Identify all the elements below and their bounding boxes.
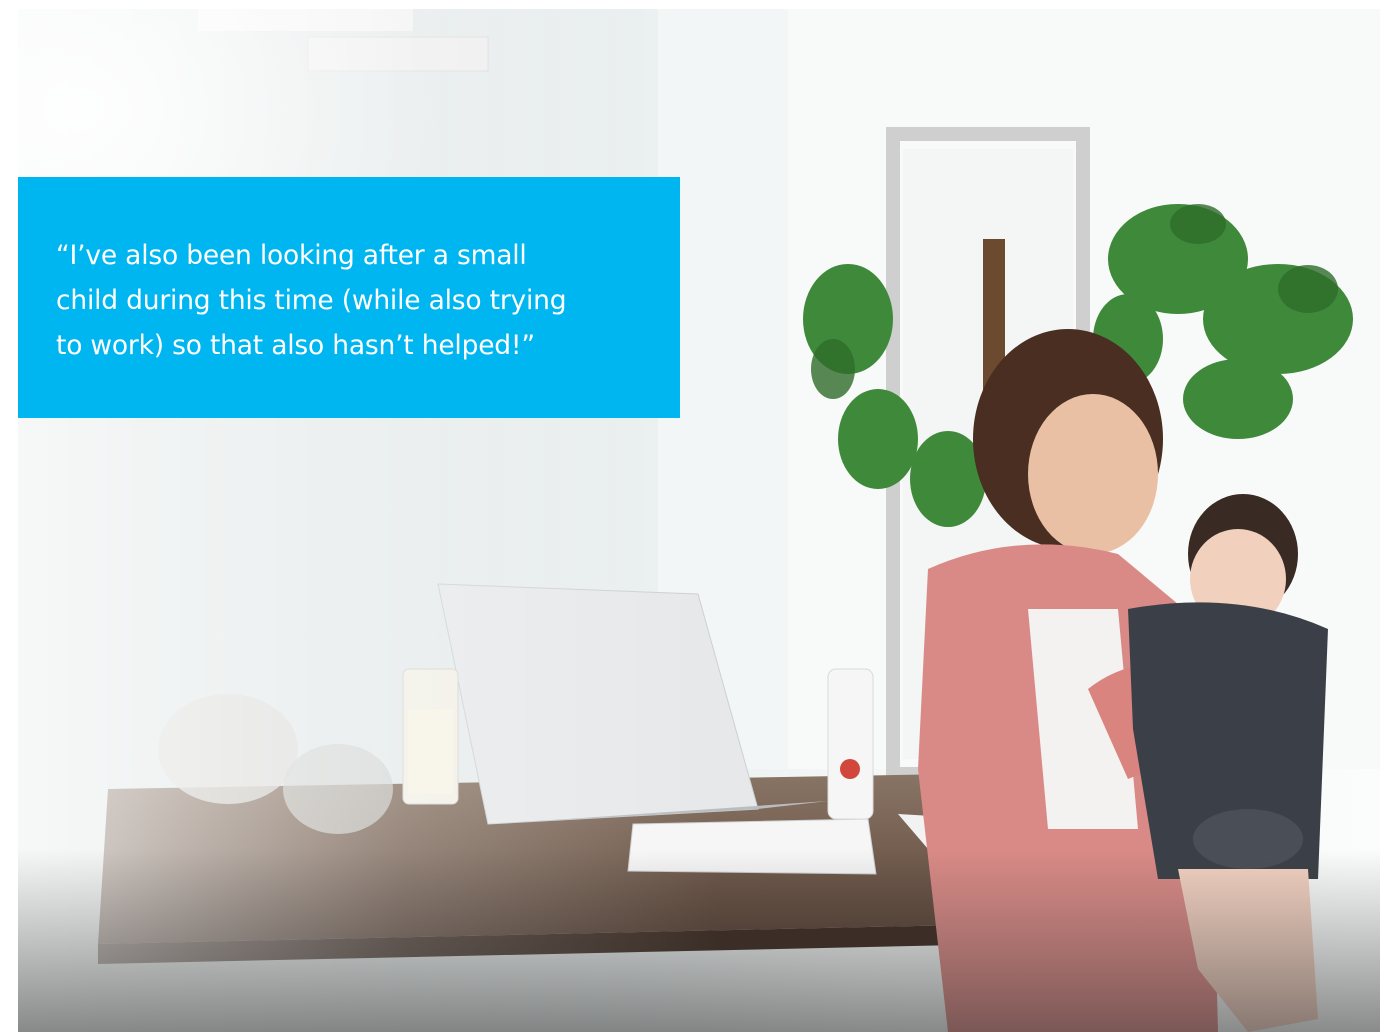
quote-callout: “I’ve also been looking after a small ch… xyxy=(18,177,680,418)
hero-photo-frame xyxy=(18,9,1380,1032)
quote-text: “I’ve also been looking after a small ch… xyxy=(56,240,567,361)
hero-photo xyxy=(18,9,1380,1032)
